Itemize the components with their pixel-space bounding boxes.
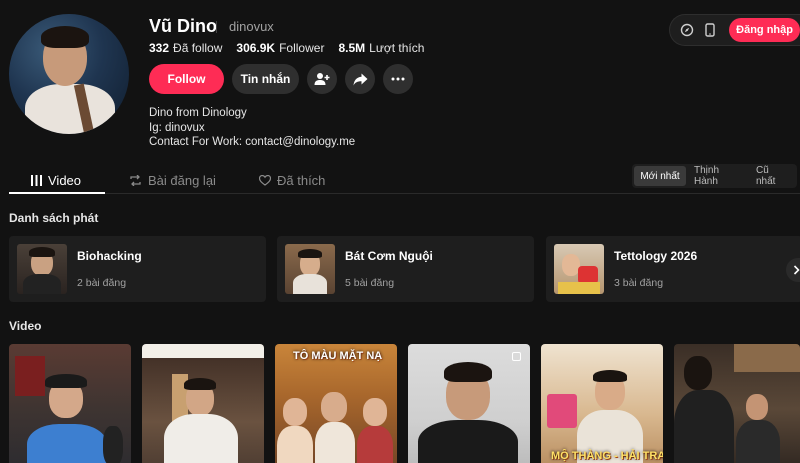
active-tab-indicator — [9, 192, 105, 194]
sort-oldest[interactable]: Cũ nhất — [750, 165, 795, 187]
compass-icon[interactable] — [678, 21, 696, 39]
video-caption: TÔ MÀU MẶT NẠ — [293, 350, 383, 362]
video-thumbnail[interactable] — [142, 344, 264, 463]
playlist-thumbnail — [554, 244, 604, 294]
profile-name: Vũ Dino — [149, 16, 217, 36]
tab-video[interactable]: Video — [31, 166, 81, 194]
repost-icon — [130, 174, 141, 186]
sort-toggle: Mới nhất Thịnh Hành Cũ nhất — [632, 164, 797, 188]
add-user-icon — [314, 73, 330, 85]
top-action-bar: Đăng nhập — [669, 14, 800, 46]
video-thumbnail[interactable]: MỘ THÀNG - HẢI TRANG — [541, 344, 663, 463]
playlist-title: Bát Cơm Nguội — [345, 249, 433, 263]
playlist-count: 3 bài đăng — [614, 277, 664, 289]
chevron-right-icon — [793, 265, 800, 275]
sort-newest[interactable]: Mới nhất — [634, 166, 686, 186]
share-button[interactable] — [345, 64, 375, 94]
playlist-card[interactable]: Tettology 2026 3 bài đăng — [546, 236, 800, 302]
stat-followers[interactable]: 306.9K Follower — [236, 41, 324, 55]
playlist-thumbnail — [285, 244, 335, 294]
tab-liked[interactable]: Đã thích — [259, 166, 325, 194]
stat-likes: 8.5M Lượt thích — [338, 41, 425, 55]
sort-popular[interactable]: Thịnh Hành — [688, 165, 748, 187]
login-button[interactable]: Đăng nhập — [729, 18, 800, 42]
message-button[interactable]: Tin nhắn — [232, 64, 299, 94]
video-section-title: Video — [9, 319, 42, 333]
video-thumbnail[interactable] — [9, 344, 131, 463]
playlist-section-title: Danh sách phát — [9, 211, 99, 225]
video-grid: TÔ MÀU MẶT NẠ MỘ THÀNG - HẢI TRANG — [9, 344, 800, 463]
profile-stats: 332 Đã follow 306.9K Follower 8.5M Lượt thí… — [149, 41, 424, 55]
profile-bio: Dino from Dinology Ig: dinovux Contact F… — [149, 107, 356, 148]
profile-handle: dinovux — [229, 19, 274, 34]
name-separator — [216, 21, 217, 33]
video-thumbnail[interactable]: TÔ MÀU MẶT NẠ — [275, 344, 397, 463]
profile-actions: Follow Tin nhắn — [149, 64, 413, 94]
playlist-count: 2 bài đăng — [77, 277, 127, 289]
stat-following[interactable]: 332 Đã follow — [149, 41, 222, 55]
follow-button[interactable]: Follow — [149, 64, 224, 94]
video-caption: MỘ THÀNG - HẢI TRANG — [551, 450, 663, 462]
playlist-card[interactable]: Bát Cơm Nguội 5 bài đăng — [277, 236, 534, 302]
tab-reposts[interactable]: Bài đăng lại — [129, 166, 216, 194]
playlist-title: Tettology 2026 — [614, 249, 698, 263]
playlist-list: Biohacking 2 bài đăng Bát Cơm Nguội 5 bà… — [9, 236, 800, 302]
share-icon — [353, 73, 367, 85]
profile-avatar — [9, 14, 129, 134]
video-thumbnail[interactable] — [674, 344, 800, 463]
heart-icon — [259, 174, 271, 186]
playlist-card[interactable]: Biohacking 2 bài đăng — [9, 236, 266, 302]
playlist-title: Biohacking — [77, 249, 142, 263]
playlist-count: 5 bài đăng — [345, 277, 395, 289]
add-friend-button[interactable] — [307, 64, 337, 94]
playlist-thumbnail — [17, 244, 67, 294]
more-button[interactable] — [383, 64, 413, 94]
phone-icon[interactable] — [702, 21, 720, 39]
video-thumbnail[interactable] — [408, 344, 530, 463]
grid-icon — [31, 174, 42, 186]
more-icon — [391, 77, 405, 81]
